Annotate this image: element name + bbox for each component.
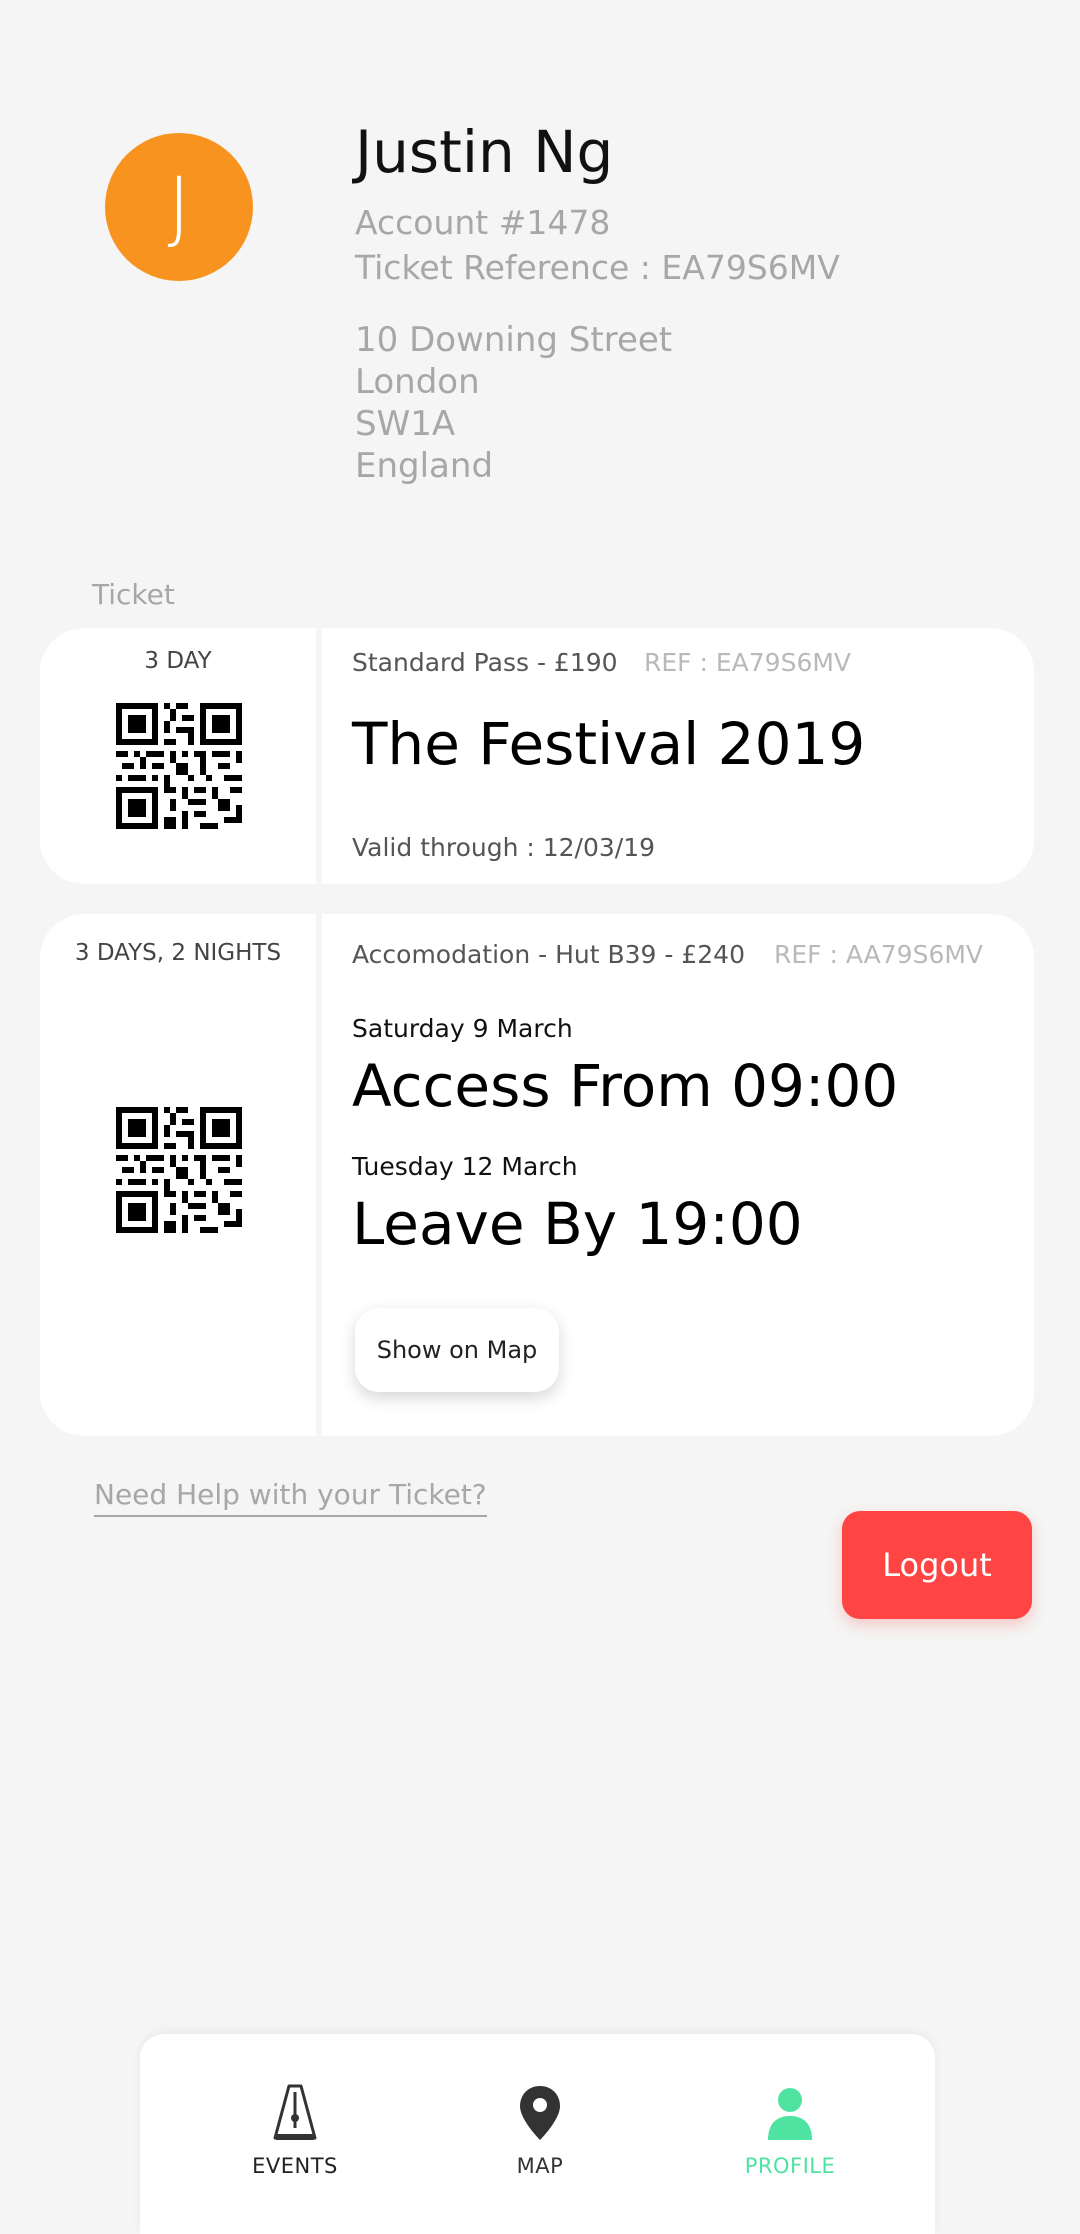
qr-code-icon: [116, 1107, 242, 1233]
pass-type: Accomodation - Hut B39 - £240: [352, 940, 745, 969]
access-time: Access From 09:00: [352, 1052, 899, 1120]
ticket-ref: REF : EA79S6MV: [644, 648, 852, 677]
person-icon: [768, 2088, 812, 2140]
user-name: Justin Ng: [355, 118, 614, 186]
ticket-card-festival[interactable]: Standard Pass - £190 REF : EA79S6MV The …: [322, 628, 1034, 884]
nav-label-map: MAP: [516, 2154, 564, 2178]
bottom-nav: EVENTS MAP PROFILE: [140, 2034, 935, 2234]
account-number: Account #1478: [355, 203, 611, 242]
address-line-3: SW1A: [355, 404, 456, 444]
section-label-ticket: Ticket: [92, 578, 175, 611]
avatar-initial: J: [167, 162, 191, 252]
metronome-icon: [273, 2084, 317, 2140]
ticket-reference: Ticket Reference : EA79S6MV: [355, 248, 840, 287]
nav-label-profile: PROFILE: [744, 2154, 836, 2178]
nav-label-events: EVENTS: [252, 2154, 338, 2178]
ticket-duration: 3 DAY: [144, 648, 212, 674]
access-date: Saturday 9 March: [352, 1014, 573, 1043]
ticket-ref: REF : AA79S6MV: [774, 940, 984, 969]
avatar: J: [105, 133, 253, 281]
show-on-map-button[interactable]: Show on Map: [355, 1308, 559, 1392]
logout-button[interactable]: Logout: [842, 1511, 1032, 1619]
address-line-4: England: [355, 446, 494, 486]
help-link[interactable]: Need Help with your Ticket?: [94, 1478, 487, 1517]
ticket-duration: 3 DAYS, 2 NIGHTS: [74, 940, 282, 966]
map-pin-icon: [520, 2086, 560, 2140]
leave-time: Leave By 19:00: [352, 1190, 803, 1258]
nav-item-profile[interactable]: PROFILE: [710, 2082, 870, 2178]
address-line-1: 10 Downing Street: [355, 320, 673, 360]
qr-code-icon: [116, 703, 242, 829]
nav-item-map[interactable]: MAP: [460, 2082, 620, 2178]
address-line-2: London: [355, 362, 480, 402]
pass-type: Standard Pass - £190: [352, 648, 618, 677]
leave-date: Tuesday 12 March: [352, 1152, 578, 1181]
event-title: The Festival 2019: [352, 710, 866, 778]
nav-item-events[interactable]: EVENTS: [215, 2082, 375, 2178]
ticket-stub-festival[interactable]: 3 DAY: [40, 628, 316, 884]
ticket-stub-accommodation[interactable]: 3 DAYS, 2 NIGHTS: [40, 914, 316, 1436]
valid-through: Valid through : 12/03/19: [352, 833, 656, 862]
